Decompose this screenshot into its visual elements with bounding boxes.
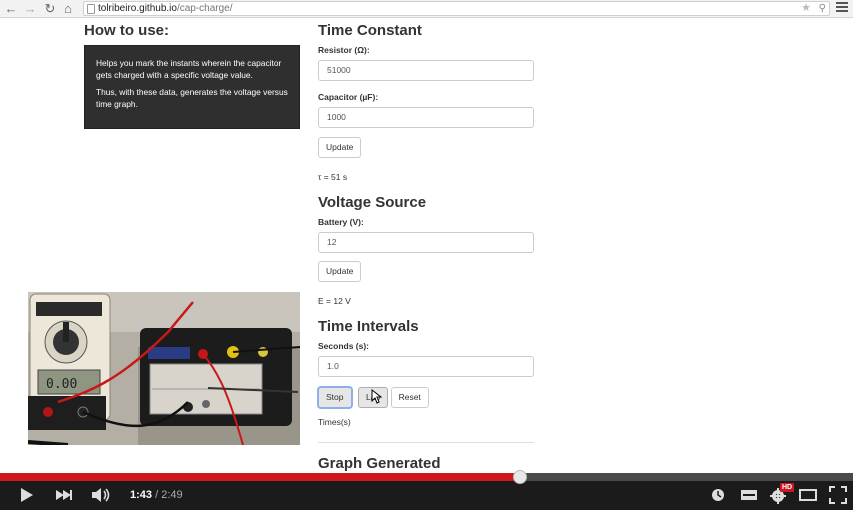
volume-icon[interactable] [90, 485, 112, 505]
divider [318, 442, 534, 443]
time-display: 1:43 / 2:49 [130, 489, 183, 501]
tau-readout: τ = 51 s [318, 172, 348, 182]
hd-badge: HD [780, 483, 795, 492]
video-player-controls: 1:43 / 2:49 HD [0, 470, 853, 510]
help-section: How to use: Helps you mark the instants … [84, 22, 300, 129]
svg-text:0.00: 0.00 [46, 377, 77, 392]
help-box: Helps you mark the instants wherein the … [84, 45, 300, 129]
current-time: 1:43 [130, 489, 153, 501]
capacitor-label: Capacitor (µF): [318, 92, 379, 102]
circuit-photo-icon: 0.00 [28, 292, 300, 445]
seconds-label: Seconds (s): [318, 341, 370, 351]
fullscreen-icon[interactable] [828, 485, 848, 505]
video-frame: 0.00 [28, 292, 300, 445]
graph-title: Graph Generated [318, 455, 441, 472]
menu-icon[interactable] [836, 2, 848, 14]
seconds-input[interactable]: 1.0 [318, 356, 534, 377]
next-icon[interactable] [54, 485, 74, 505]
help-paragraph-2: Thus, with these data, generates the vol… [96, 87, 288, 109]
stop-button[interactable]: Stop [318, 387, 352, 408]
resistor-input[interactable]: 51000 [318, 60, 534, 81]
captions-icon[interactable] [740, 485, 758, 505]
page-icon [87, 4, 95, 14]
voltage-update-button[interactable]: Update [318, 261, 362, 282]
mouse-cursor-icon [371, 389, 382, 404]
progress-scrubber[interactable] [513, 470, 528, 484]
url-path: /cap-charge/ [176, 3, 233, 14]
progress-fill [0, 473, 521, 481]
progress-bar[interactable] [0, 470, 853, 484]
e-readout: E = 12 V [318, 296, 351, 306]
play-icon[interactable] [18, 485, 36, 505]
forward-icon[interactable]: → [22, 1, 38, 17]
time-constant-update-button[interactable]: Update [318, 137, 362, 158]
bookmark-star-icon[interactable]: ★ [801, 2, 811, 15]
capacitor-input[interactable]: 1000 [318, 107, 534, 128]
battery-input[interactable]: 12 [318, 232, 534, 253]
reload-icon[interactable]: ↻ [42, 1, 58, 17]
url-host: tolribeiro.github.io [98, 3, 177, 14]
time-intervals-title: Time Intervals [318, 318, 419, 335]
back-icon[interactable]: ← [3, 1, 19, 17]
reset-button[interactable]: Reset [390, 387, 429, 408]
help-title: How to use: [84, 22, 169, 39]
theater-mode-icon[interactable] [798, 485, 818, 505]
zoom-icon[interactable]: ⚲ [819, 2, 826, 15]
time-constant-title: Time Constant [318, 22, 422, 39]
voltage-source-title: Voltage Source [318, 194, 427, 211]
controls-column: Time Constant Resistor (Ω): 51000 Capaci… [318, 22, 534, 472]
watch-later-icon[interactable] [710, 485, 726, 505]
home-icon[interactable]: ⌂ [60, 1, 76, 17]
browser-toolbar: ← → ↻ ⌂ tolribeiro.github.io/cap-charge/… [0, 0, 853, 18]
duration: / 2:49 [155, 489, 183, 501]
resistor-label: Resistor (Ω): [318, 45, 370, 55]
times-label: Times(s) [318, 417, 351, 427]
help-paragraph-1: Helps you mark the instants wherein the … [96, 58, 282, 80]
battery-label: Battery (V): [318, 217, 364, 227]
address-bar[interactable]: tolribeiro.github.io/cap-charge/ ★ ⚲ [83, 1, 830, 16]
